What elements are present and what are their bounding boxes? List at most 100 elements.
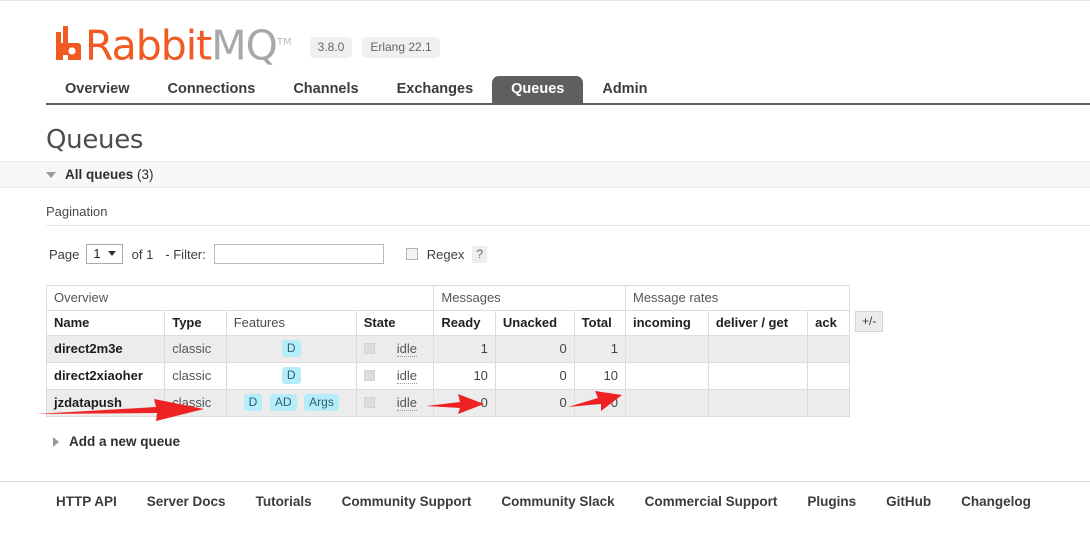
queue-features: D bbox=[225, 362, 357, 390]
queue-type: classic bbox=[164, 389, 227, 417]
rate-ack bbox=[807, 389, 850, 417]
page-label: Page bbox=[49, 246, 80, 262]
column-header-total[interactable]: Total bbox=[573, 310, 626, 336]
footer-link-plugins[interactable]: Plugins bbox=[807, 494, 856, 509]
trademark-mark: TM bbox=[276, 37, 292, 48]
table-row[interactable]: direct2xiaoher classic D idle 10 0 10 bbox=[45, 362, 850, 390]
queue-type: classic bbox=[164, 362, 227, 390]
brand-wordmark-mq: MQ bbox=[211, 21, 278, 70]
column-header-ack[interactable]: ack bbox=[807, 310, 850, 336]
chevron-down-icon bbox=[107, 251, 116, 256]
rate-ack bbox=[807, 362, 850, 390]
rabbit-logo-icon bbox=[56, 25, 81, 60]
pagination-label: Pagination bbox=[46, 204, 108, 219]
main-navigation: Overview Connections Channels Exchanges … bbox=[46, 76, 1090, 105]
feature-badge: D bbox=[243, 394, 263, 411]
pagination-divider bbox=[46, 225, 1090, 226]
group-header-message-rates: Message rates bbox=[624, 285, 851, 311]
footer-link-http-api[interactable]: HTTP API bbox=[56, 494, 117, 509]
table-group-header-row: Overview Messages Message rates bbox=[45, 285, 851, 311]
page-title: Queues bbox=[46, 125, 144, 155]
footer-link-tutorials[interactable]: Tutorials bbox=[256, 494, 312, 509]
queues-table: Overview Messages Message rates Name Typ… bbox=[45, 285, 851, 417]
state-indicator-icon bbox=[363, 370, 375, 381]
all-queues-section-toggle[interactable]: All queues (3) bbox=[0, 161, 1090, 188]
queue-name[interactable]: direct2m3e bbox=[45, 335, 166, 363]
footer-link-server-docs[interactable]: Server Docs bbox=[147, 494, 226, 509]
tab-channels[interactable]: Channels bbox=[274, 76, 377, 103]
column-header-features: Features bbox=[225, 310, 357, 336]
brand-wordmark-rabbit: Rabbit bbox=[85, 21, 212, 70]
footer-link-commercial-support[interactable]: Commercial Support bbox=[645, 494, 778, 509]
queue-name[interactable]: jzdatapush bbox=[45, 389, 166, 417]
feature-badge: Args bbox=[304, 394, 339, 411]
add-new-queue-toggle[interactable]: Add a new queue bbox=[53, 434, 1090, 449]
regex-label: Regex bbox=[426, 246, 465, 262]
pagination-controls: Page 1 of 1 - Filter: Regex ? bbox=[49, 244, 1090, 264]
chevron-right-icon bbox=[53, 436, 59, 447]
all-queues-label: All queues (3) bbox=[65, 167, 154, 182]
table-row[interactable]: direct2m3e classic D idle 1 0 1 bbox=[45, 335, 850, 363]
footer-link-community-slack[interactable]: Community Slack bbox=[501, 494, 614, 509]
messages-total: 10 bbox=[573, 362, 626, 390]
messages-total: 0 bbox=[573, 389, 626, 417]
tab-connections[interactable]: Connections bbox=[149, 76, 275, 103]
tab-overview[interactable]: Overview bbox=[46, 76, 149, 103]
column-header-incoming[interactable]: incoming bbox=[624, 310, 709, 336]
tab-queues[interactable]: Queues bbox=[492, 76, 584, 103]
page-total-label: of 1 bbox=[131, 246, 154, 262]
messages-ready: 1 bbox=[433, 335, 496, 363]
page-header: RabbitMQTM 3.8.0 Erlang 22.1 bbox=[0, 1, 1090, 66]
column-header-ready[interactable]: Ready bbox=[433, 310, 496, 336]
rate-deliver-get bbox=[707, 389, 809, 417]
regex-help-icon[interactable]: ? bbox=[472, 245, 488, 263]
add-new-queue-label: Add a new queue bbox=[69, 434, 181, 449]
footer-link-community-support[interactable]: Community Support bbox=[342, 494, 472, 509]
state-indicator-icon bbox=[363, 343, 375, 354]
tab-admin[interactable]: Admin bbox=[583, 76, 666, 103]
queue-features: D bbox=[225, 335, 357, 363]
rabbitmq-version-badge: 3.8.0 bbox=[309, 36, 353, 58]
page-select[interactable]: 1 bbox=[86, 244, 123, 264]
queue-name[interactable]: direct2xiaoher bbox=[45, 362, 166, 390]
state-label: idle bbox=[396, 395, 417, 411]
feature-badge: D bbox=[281, 367, 301, 384]
column-header-unacked[interactable]: Unacked bbox=[494, 310, 575, 336]
footer-link-changelog[interactable]: Changelog bbox=[961, 494, 1031, 509]
regex-checkbox[interactable] bbox=[405, 248, 418, 260]
footer-link-github[interactable]: GitHub bbox=[886, 494, 931, 509]
feature-badge: AD bbox=[269, 394, 297, 411]
rate-incoming bbox=[624, 362, 709, 390]
queue-state: idle bbox=[355, 389, 435, 417]
state-label: idle bbox=[396, 341, 417, 357]
rate-deliver-get bbox=[707, 362, 809, 390]
table-body: direct2m3e classic D idle 1 0 1 direct2x… bbox=[45, 335, 850, 417]
group-header-overview: Overview bbox=[45, 285, 435, 311]
brand-wordmark: RabbitMQTM bbox=[85, 25, 292, 66]
all-queues-count: (3) bbox=[137, 167, 154, 182]
page-select-value: 1 bbox=[93, 246, 101, 261]
filter-input[interactable] bbox=[213, 244, 384, 264]
column-header-name[interactable]: Name bbox=[45, 310, 166, 336]
tab-exchanges[interactable]: Exchanges bbox=[378, 76, 493, 103]
messages-ready: 10 bbox=[433, 362, 496, 390]
column-header-type[interactable]: Type bbox=[164, 310, 227, 336]
messages-unacked: 0 bbox=[494, 362, 575, 390]
table-row[interactable]: jzdatapush classic D AD Args idle 0 0 0 bbox=[45, 389, 850, 417]
messages-unacked: 0 bbox=[494, 335, 575, 363]
rate-deliver-get bbox=[707, 335, 809, 363]
brand-logo[interactable]: RabbitMQTM 3.8.0 Erlang 22.1 bbox=[56, 23, 1090, 66]
column-header-state[interactable]: State bbox=[355, 310, 435, 336]
filter-label: - Filter: bbox=[165, 246, 206, 262]
column-header-deliver-get[interactable]: deliver / get bbox=[707, 310, 809, 336]
chevron-down-icon bbox=[46, 171, 56, 178]
queue-state: idle bbox=[355, 335, 435, 363]
queue-features: D AD Args bbox=[225, 389, 357, 417]
footer-links: HTTP API Server Docs Tutorials Community… bbox=[56, 494, 1090, 509]
messages-ready: 0 bbox=[433, 389, 496, 417]
rate-incoming bbox=[624, 335, 709, 363]
page-footer: HTTP API Server Docs Tutorials Community… bbox=[0, 481, 1090, 509]
queue-state: idle bbox=[355, 362, 435, 390]
table-column-header-row: Name Type Features State Ready Unacked T… bbox=[45, 310, 850, 336]
toggle-columns-button[interactable]: +/- bbox=[855, 311, 884, 332]
